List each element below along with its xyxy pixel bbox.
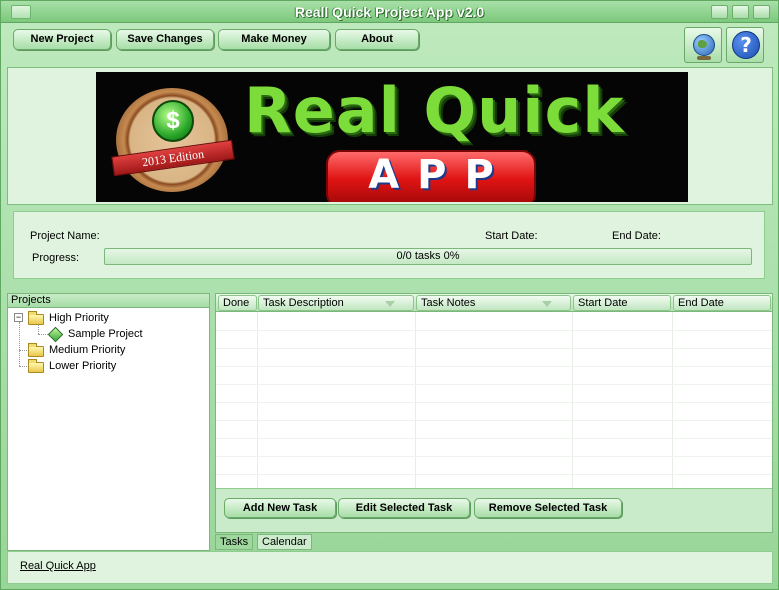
remove-task-button[interactable]: Remove Selected Task bbox=[474, 498, 622, 518]
grid-row-divider bbox=[216, 438, 772, 439]
help-icon: ? bbox=[732, 31, 760, 59]
tree-item-label: Lower Priority bbox=[49, 360, 117, 372]
add-task-button[interactable]: Add New Task bbox=[224, 498, 336, 518]
project-name-label: Project Name: bbox=[30, 230, 100, 242]
collapse-toggle[interactable]: − bbox=[14, 313, 23, 322]
column-header-start-date[interactable]: Start Date bbox=[573, 295, 671, 311]
minimize-button[interactable] bbox=[711, 5, 728, 19]
window-title: Reall Quick Project App v2.0 bbox=[294, 4, 485, 20]
progress-text: 0/0 tasks 0% bbox=[396, 250, 460, 262]
project-icon bbox=[47, 326, 64, 343]
make-money-button[interactable]: Make Money bbox=[218, 29, 330, 50]
tree-item-label: High Priority bbox=[49, 312, 109, 324]
web-button[interactable] bbox=[684, 27, 722, 63]
grid-row-divider bbox=[216, 384, 772, 385]
logo-app-text: APP bbox=[368, 152, 512, 198]
sort-arrow-icon bbox=[385, 301, 395, 307]
grid-column-divider bbox=[572, 312, 573, 488]
grid-row-divider bbox=[216, 366, 772, 367]
tree-guide-line bbox=[38, 324, 39, 334]
folder-icon bbox=[28, 311, 44, 325]
grid-row-divider bbox=[216, 330, 772, 331]
app-home-link[interactable]: Real Quick App bbox=[20, 560, 96, 572]
progress-label: Progress: bbox=[32, 252, 80, 264]
close-button[interactable] bbox=[753, 5, 770, 19]
grid-column-divider bbox=[672, 312, 673, 488]
tree-guide-line bbox=[19, 322, 20, 366]
folder-icon bbox=[28, 343, 44, 357]
title-bar[interactable]: Reall Quick Project App v2.0 bbox=[1, 1, 778, 23]
app-logo-banner: $ 2013 Edition Real Quick APP bbox=[96, 72, 688, 202]
new-project-button[interactable]: New Project bbox=[13, 29, 111, 50]
help-button[interactable]: ? bbox=[726, 27, 764, 63]
end-date-label: End Date: bbox=[612, 230, 661, 242]
grid-row-divider bbox=[216, 402, 772, 403]
maximize-button[interactable] bbox=[732, 5, 749, 19]
dollar-coin-icon: $ bbox=[152, 100, 194, 142]
status-bar: Real Quick App bbox=[7, 551, 773, 584]
tree-item-label: Medium Priority bbox=[49, 344, 126, 356]
column-header-done[interactable]: Done bbox=[218, 295, 257, 311]
progress-bar: 0/0 tasks 0% bbox=[104, 248, 752, 265]
grid-header: Done Task Description Task Notes Start D… bbox=[216, 294, 772, 312]
grid-row-divider bbox=[216, 474, 772, 475]
tab-calendar[interactable]: Calendar bbox=[257, 534, 312, 550]
project-info-panel: Project Name: Start Date: End Date: Prog… bbox=[13, 211, 765, 279]
tab-tasks[interactable]: Tasks bbox=[215, 534, 254, 550]
about-button[interactable]: About bbox=[335, 29, 419, 50]
grid-column-divider bbox=[415, 312, 416, 488]
column-header-end-date[interactable]: End Date bbox=[673, 295, 771, 311]
sort-arrow-icon bbox=[542, 301, 552, 307]
column-header-task-notes[interactable]: Task Notes bbox=[416, 295, 571, 311]
projects-header: Projects bbox=[8, 294, 209, 308]
grid-row-divider bbox=[216, 420, 772, 421]
column-header-task-description[interactable]: Task Description bbox=[258, 295, 414, 311]
tasks-grid[interactable]: Done Task Description Task Notes Start D… bbox=[215, 293, 773, 533]
folder-icon bbox=[28, 359, 44, 373]
banner-panel: $ 2013 Edition Real Quick APP bbox=[7, 67, 773, 205]
edition-ribbon: 2013 Edition bbox=[111, 139, 235, 177]
globe-icon bbox=[693, 34, 715, 56]
projects-tree[interactable]: Projects − High Priority Sample Project … bbox=[7, 293, 210, 551]
grid-row-divider bbox=[216, 456, 772, 457]
edition-seal: $ 2013 Edition bbox=[111, 88, 235, 192]
start-date-label: Start Date: bbox=[485, 230, 538, 242]
logo-title: Real Quick bbox=[244, 74, 625, 147]
edit-task-button[interactable]: Edit Selected Task bbox=[338, 498, 470, 518]
grid-row-divider bbox=[216, 348, 772, 349]
task-actions-bar: Add New Task Edit Selected Task Remove S… bbox=[216, 488, 772, 532]
tree-item-label: Sample Project bbox=[68, 328, 143, 340]
app-window: Reall Quick Project App v2.0 New Project… bbox=[0, 0, 779, 590]
toolbar: New Project Save Changes Make Money Abou… bbox=[7, 25, 773, 65]
grid-column-divider bbox=[257, 312, 258, 488]
globe-stand bbox=[697, 56, 711, 60]
save-changes-button[interactable]: Save Changes bbox=[116, 29, 214, 50]
